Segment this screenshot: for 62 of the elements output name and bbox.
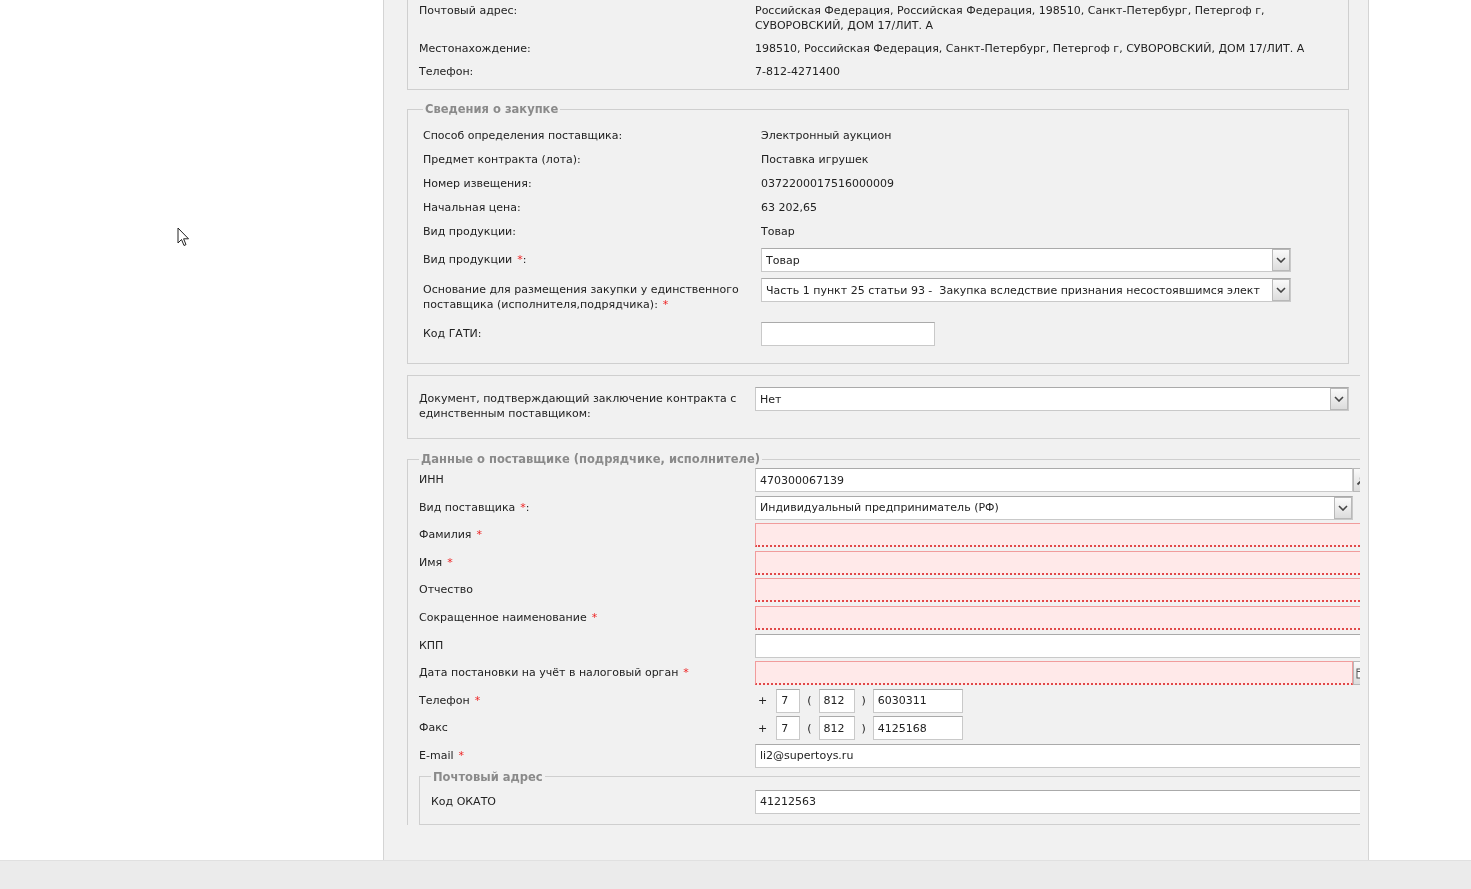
text-field[interactable]: 470300067139 — [755, 468, 1353, 492]
country-code-field[interactable]: 7 — [776, 716, 801, 741]
field-value: Поставка игрушек — [761, 152, 870, 167]
dropdown-field[interactable]: Индивидуальный предприниматель (РФ) — [755, 495, 1353, 520]
field-label: Способ определения поставщика: — [423, 128, 624, 143]
field-label: Дата постановки на учёт в налоговый орган * — [419, 665, 690, 681]
phone-number-field[interactable]: 4125168 — [872, 716, 963, 741]
open-parenthesis: ( — [806, 694, 813, 708]
text-field[interactable] — [755, 578, 1360, 603]
field-label: Имя * — [419, 554, 454, 570]
phone-number-field[interactable]: 6030311 — [872, 688, 963, 713]
field-label: Документ, подтверждающий заключение контракта с единственным поставщиком: — [419, 391, 738, 421]
section-title: Данные о поставщике (подрядчике, исполнителе) — [420, 452, 762, 466]
text-field[interactable] — [755, 523, 1360, 548]
field-value: 0372200017516000009 — [761, 176, 895, 191]
country-code-field[interactable]: 7 — [776, 688, 801, 713]
section-title: Почтовый адрес — [432, 769, 544, 784]
mouse-pointer-icon — [177, 227, 190, 247]
field-label: Вид поставщика *: — [419, 499, 531, 515]
field-label: Начальная цена: — [423, 200, 522, 215]
close-parenthesis: ) — [860, 694, 867, 708]
field-label: E-mail * — [419, 747, 465, 763]
text-field[interactable]: 41212563 — [755, 789, 1360, 814]
field-label: Предмет контракта (лота): — [423, 152, 582, 167]
text-field[interactable] — [755, 550, 1360, 575]
field-label: Телефон: — [419, 64, 475, 79]
text-field[interactable] — [761, 322, 935, 346]
field-label: Телефон * — [419, 692, 482, 708]
text-field[interactable] — [755, 605, 1360, 630]
plus-sign: + — [758, 694, 769, 708]
dropdown-field[interactable]: Товар — [761, 248, 1291, 272]
area-code-field[interactable]: 812 — [818, 688, 855, 713]
field-label: Местонахождение: — [419, 41, 532, 56]
field-value: 7-812-4271400 — [755, 64, 841, 79]
field-value: 198510, Российская Федерация, Санкт-Петербург, Петергоф г, СУВОРОВСКИЙ, ДОМ 17/ЛИТ. А — [755, 41, 1306, 56]
area-code-field[interactable]: 812 — [818, 716, 855, 741]
text-field[interactable]: li2@supertoys.ru — [755, 743, 1360, 768]
field-label: Факс — [419, 720, 449, 736]
field-label: Почтовый адрес: — [419, 3, 519, 19]
dropdown-field[interactable]: Нет — [755, 387, 1349, 411]
text-field[interactable] — [755, 633, 1360, 658]
field-label: ИНН — [419, 472, 445, 487]
field-label: Основание для размещения закупки у единственного поставщика (исполнителя,подрядчика): * — [423, 282, 740, 312]
field-value: Электронный аукцион — [761, 128, 893, 143]
field-label: Сокращенное наименование * — [419, 609, 599, 625]
field-label: Номер извещения: — [423, 176, 533, 191]
field-value: Товар — [761, 224, 796, 239]
field-label: Отчество — [419, 582, 474, 598]
plus-sign: + — [758, 721, 769, 735]
field-label: КПП — [419, 637, 445, 653]
open-parenthesis: ( — [806, 721, 813, 735]
field-label: Вид продукции *: — [423, 252, 528, 267]
field-label: Вид продукции: — [423, 224, 517, 239]
field-value: Российская Федерация, Российская Федерация, 198510, Санкт-Петербург, Петергоф г, СУВОРОВСКИЙ, ДОМ 17/ЛИТ. А — [755, 3, 1266, 33]
close-parenthesis: ) — [860, 721, 867, 735]
field-value: 63 202,65 — [761, 200, 818, 215]
date-field[interactable] — [755, 661, 1353, 686]
dropdown-field[interactable]: Часть 1 пункт 25 статьи 93 - Закупка вследствие признания несостоявшимся элект — [761, 278, 1291, 302]
field-label: Фамилия * — [419, 527, 483, 543]
section-title: Сведения о закупке — [424, 102, 560, 116]
field-label: Код ОКАТО — [431, 793, 497, 809]
field-label: Код ГАТИ: — [423, 326, 483, 341]
